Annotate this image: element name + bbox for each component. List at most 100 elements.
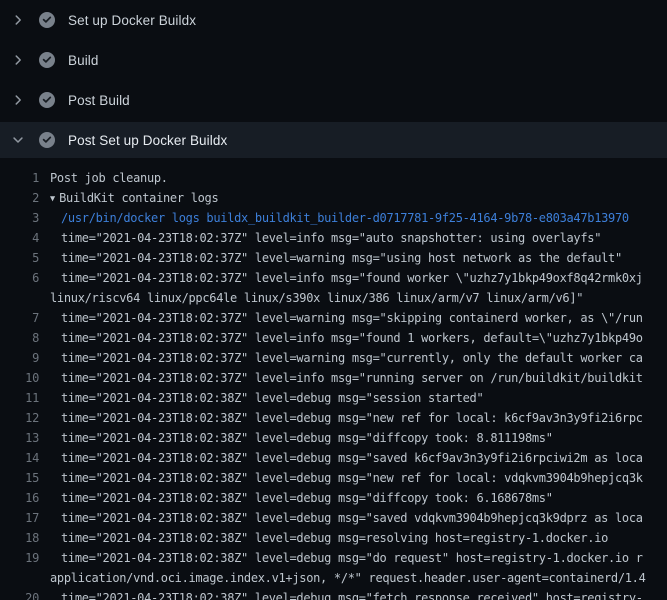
log-text: time="2021-04-23T18:02:38Z" level=debug … [61, 391, 483, 405]
log-line: linux/riscv64 linux/ppc64le linux/s390x … [0, 288, 667, 308]
log-text: time="2021-04-23T18:02:38Z" level=debug … [61, 511, 643, 525]
line-number[interactable]: 5 [0, 248, 39, 268]
chevron-down-icon [10, 132, 26, 148]
step-header[interactable]: Post Build [0, 80, 667, 120]
log-line-content: time="2021-04-23T18:02:38Z" level=debug … [39, 488, 667, 508]
step-label: Set up Docker Buildx [68, 13, 196, 28]
log-line-content: time="2021-04-23T18:02:37Z" level=info m… [39, 268, 667, 288]
line-number[interactable]: 15 [0, 468, 39, 488]
log-line: 8 time="2021-04-23T18:02:37Z" level=info… [0, 328, 667, 348]
log-text: BuildKit container logs [59, 191, 218, 205]
log-line-content: time="2021-04-23T18:02:38Z" level=debug … [39, 528, 667, 548]
line-number[interactable]: 16 [0, 488, 39, 508]
step-label: Post Build [68, 93, 130, 108]
log-line: 5 time="2021-04-23T18:02:37Z" level=warn… [0, 248, 667, 268]
line-number[interactable] [0, 568, 39, 588]
log-line-content: time="2021-04-23T18:02:38Z" level=debug … [39, 468, 667, 488]
group-toggle-triangle-down-icon[interactable]: ▼ [50, 194, 55, 204]
line-number[interactable]: 19 [0, 548, 39, 568]
log-text: time="2021-04-23T18:02:38Z" level=debug … [61, 451, 643, 465]
log-line-content: time="2021-04-23T18:02:38Z" level=debug … [39, 548, 667, 568]
log-line-content: time="2021-04-23T18:02:38Z" level=debug … [39, 508, 667, 528]
log-line: 9 time="2021-04-23T18:02:37Z" level=warn… [0, 348, 667, 368]
line-number[interactable] [0, 288, 39, 308]
log-text: time="2021-04-23T18:02:37Z" level=warnin… [61, 251, 622, 265]
line-number[interactable]: 11 [0, 388, 39, 408]
check-circle-icon [39, 12, 55, 28]
step-label: Build [68, 53, 99, 68]
log-text: time="2021-04-23T18:02:38Z" level=debug … [61, 411, 643, 425]
log-line-content: time="2021-04-23T18:02:38Z" level=debug … [39, 388, 667, 408]
log-line-content: time="2021-04-23T18:02:37Z" level=info m… [39, 228, 667, 248]
log-line: 14 time="2021-04-23T18:02:38Z" level=deb… [0, 448, 667, 468]
log-text: time="2021-04-23T18:02:38Z" level=debug … [61, 491, 553, 505]
log-text: linux/riscv64 linux/ppc64le linux/s390x … [50, 291, 583, 305]
check-circle-icon [39, 52, 55, 68]
log-line-content: application/vnd.oci.image.index.v1+json,… [39, 568, 667, 588]
log-line: 2 ▼ BuildKit container logs [0, 188, 667, 208]
log-line: application/vnd.oci.image.index.v1+json,… [0, 568, 667, 588]
log-line-content: time="2021-04-23T18:02:37Z" level=info m… [39, 328, 667, 348]
line-number[interactable]: 20 [0, 588, 39, 600]
line-number[interactable]: 6 [0, 268, 39, 288]
line-number[interactable]: 18 [0, 528, 39, 548]
log-text: time="2021-04-23T18:02:37Z" level=info m… [61, 331, 643, 345]
log-line: 4 time="2021-04-23T18:02:37Z" level=info… [0, 228, 667, 248]
line-number[interactable]: 7 [0, 308, 39, 328]
log-line: 17 time="2021-04-23T18:02:38Z" level=deb… [0, 508, 667, 528]
line-number[interactable]: 10 [0, 368, 39, 388]
log-text: Post job cleanup. [50, 171, 168, 185]
log-line-content: time="2021-04-23T18:02:38Z" level=debug … [39, 428, 667, 448]
log-line-content: ▼ BuildKit container logs [39, 188, 667, 208]
line-number[interactable]: 9 [0, 348, 39, 368]
log-line: 12 time="2021-04-23T18:02:38Z" level=deb… [0, 408, 667, 428]
step-header[interactable]: Post Set up Docker Buildx [0, 122, 667, 158]
log-text: /usr/bin/docker logs buildx_buildkit_bui… [61, 211, 629, 225]
log-line-content: time="2021-04-23T18:02:37Z" level=warnin… [39, 348, 667, 368]
line-number[interactable]: 13 [0, 428, 39, 448]
line-number[interactable]: 17 [0, 508, 39, 528]
step-header[interactable]: Set up Docker Buildx [0, 0, 667, 40]
line-number[interactable]: 4 [0, 228, 39, 248]
log-text: time="2021-04-23T18:02:37Z" level=info m… [61, 271, 643, 285]
workflow-log-panel: Set up Docker Buildx Build P [0, 0, 667, 600]
log-line: 20 time="2021-04-23T18:02:38Z" level=deb… [0, 588, 667, 600]
log-text: time="2021-04-23T18:02:37Z" level=warnin… [61, 351, 643, 365]
log-text: time="2021-04-23T18:02:37Z" level=warnin… [61, 311, 643, 325]
log-line-content: time="2021-04-23T18:02:38Z" level=debug … [39, 448, 667, 468]
log-line: 11 time="2021-04-23T18:02:38Z" level=deb… [0, 388, 667, 408]
log-line: 18 time="2021-04-23T18:02:38Z" level=deb… [0, 528, 667, 548]
log-text: time="2021-04-23T18:02:38Z" level=debug … [61, 591, 643, 600]
check-circle-icon [39, 92, 55, 108]
log-line: 15 time="2021-04-23T18:02:38Z" level=deb… [0, 468, 667, 488]
log-text: time="2021-04-23T18:02:38Z" level=debug … [61, 431, 553, 445]
log-line-content: time="2021-04-23T18:02:37Z" level=warnin… [39, 308, 667, 328]
log-line: 1 Post job cleanup. [0, 168, 667, 188]
line-number[interactable]: 3 [0, 208, 39, 228]
log-line-content: Post job cleanup. [39, 168, 667, 188]
log-line: 6 time="2021-04-23T18:02:37Z" level=info… [0, 268, 667, 288]
log-text: time="2021-04-23T18:02:38Z" level=debug … [61, 551, 643, 565]
log-line: 3 /usr/bin/docker logs buildx_buildkit_b… [0, 208, 667, 228]
log-text: time="2021-04-23T18:02:38Z" level=debug … [61, 531, 608, 545]
chevron-right-icon [10, 52, 26, 68]
step-label: Post Set up Docker Buildx [68, 133, 227, 148]
step-header[interactable]: Build [0, 40, 667, 80]
log-line-content: time="2021-04-23T18:02:37Z" level=info m… [39, 368, 667, 388]
log-line: 19 time="2021-04-23T18:02:38Z" level=deb… [0, 548, 667, 568]
log-line-content: linux/riscv64 linux/ppc64le linux/s390x … [39, 288, 667, 308]
log-line-content: /usr/bin/docker logs buildx_buildkit_bui… [39, 208, 667, 228]
log-text: time="2021-04-23T18:02:37Z" level=info m… [61, 371, 643, 385]
log-line: 10 time="2021-04-23T18:02:37Z" level=inf… [0, 368, 667, 388]
line-number[interactable]: 14 [0, 448, 39, 468]
steps-list: Set up Docker Buildx Build P [0, 0, 667, 158]
line-number[interactable]: 8 [0, 328, 39, 348]
chevron-right-icon [10, 12, 26, 28]
line-number[interactable]: 12 [0, 408, 39, 428]
line-number[interactable]: 1 [0, 168, 39, 188]
log-text: time="2021-04-23T18:02:38Z" level=debug … [61, 471, 643, 485]
log-line: 13 time="2021-04-23T18:02:38Z" level=deb… [0, 428, 667, 448]
line-number[interactable]: 2 [0, 188, 39, 208]
log-line-content: time="2021-04-23T18:02:37Z" level=warnin… [39, 248, 667, 268]
log-viewer: 1 Post job cleanup. 2 ▼ BuildKit containe… [0, 168, 667, 600]
